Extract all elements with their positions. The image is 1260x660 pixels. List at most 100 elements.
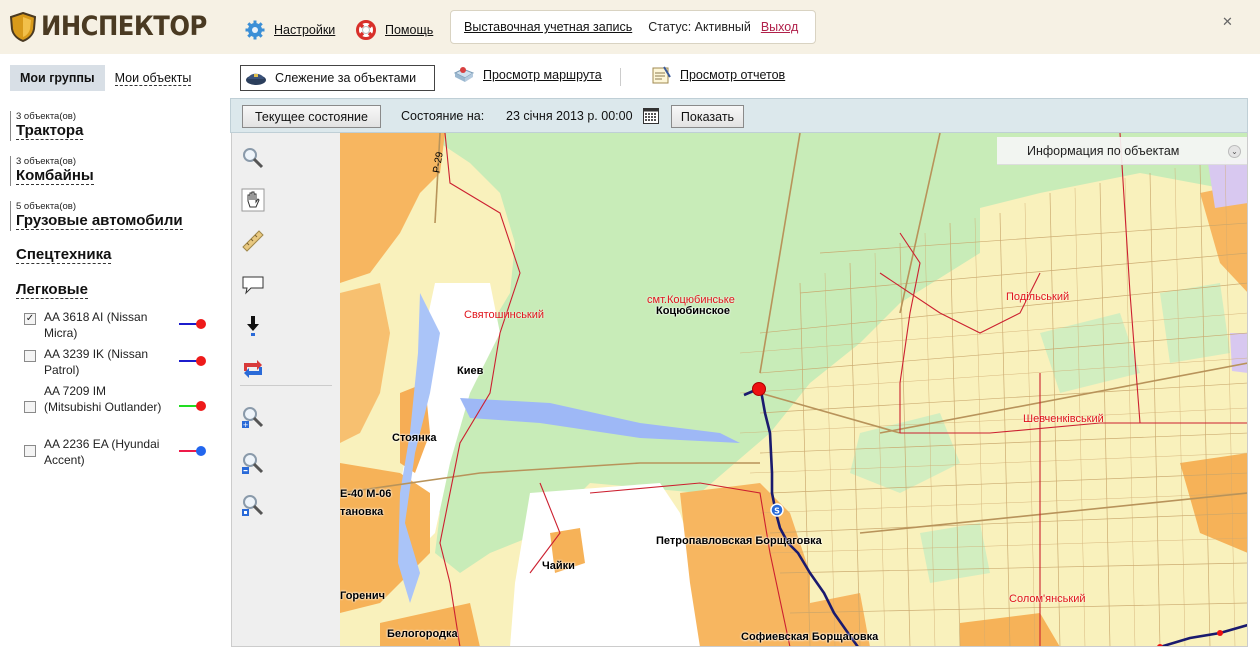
report-notepad-icon	[652, 66, 671, 84]
help-link[interactable]: Помощь	[356, 20, 433, 40]
map-label: Чайки	[542, 560, 575, 572]
nav-tracking[interactable]: Слежение за объектами	[240, 65, 436, 91]
date-time-value[interactable]: 23 січня 2013 р. 00:00	[506, 109, 633, 123]
group-special[interactable]: Спецтехника	[16, 246, 112, 264]
header: ИНСПЕКТОР Настройки Помощь Выставочная у…	[0, 0, 1260, 54]
state-toolbar: Текущее состояние Состояние на: 23 січня…	[230, 98, 1248, 133]
group-name[interactable]: Трактора	[16, 122, 84, 140]
group-divider	[10, 111, 11, 141]
calendar-icon[interactable]	[643, 108, 659, 124]
close-icon[interactable]: ✕	[1222, 14, 1233, 30]
nav-reports[interactable]: Просмотр отчетов	[650, 65, 785, 85]
state-at-label: Состояние на:	[401, 109, 485, 123]
logo-text: ИНСПЕКТОР	[41, 11, 207, 42]
group-divider	[10, 156, 11, 186]
map-toolbar: +	[231, 133, 340, 647]
current-state-button[interactable]: Текущее состояние	[242, 105, 381, 128]
sidebar: Мои группы Мои объекты 3 объекта(ов) Тра…	[0, 54, 230, 660]
refresh-swap-icon[interactable]	[241, 357, 265, 381]
map-label: Подільський	[1006, 291, 1070, 303]
svg-text:+: +	[243, 421, 249, 429]
settings-link[interactable]: Настройки	[245, 20, 335, 40]
object-checkbox[interactable]: ✓	[24, 313, 36, 325]
gear-icon	[245, 20, 265, 40]
group-name[interactable]: Грузовые автомобили	[16, 212, 183, 230]
map-label: Киев	[457, 365, 484, 377]
object-name: AA 7209 IM (Mitsubishi Outlander)	[44, 384, 162, 414]
sidebar-tabs: Мои группы Мои объекты	[10, 65, 192, 91]
group-divider	[10, 201, 11, 231]
lifebuoy-icon	[356, 20, 376, 40]
map-canvas: S	[340, 133, 1247, 646]
object-name: AA 3618 AI (Nissan Micra)	[44, 310, 148, 340]
route-map-icon	[453, 67, 475, 82]
map-label: Святошинський	[464, 309, 545, 321]
group-trucks[interactable]: 5 объекта(ов) Грузовые автомобили	[16, 201, 183, 230]
object-item[interactable]: AA 3239 IK (Nissan Patrol)	[24, 347, 214, 378]
nav-route[interactable]: Просмотр маршрута	[453, 65, 602, 85]
track-color-marker	[179, 446, 207, 456]
map-label: Софиевская Борщаговка	[741, 631, 879, 643]
tab-my-objects[interactable]: Мои объекты	[114, 71, 192, 86]
map-label: Горенич	[340, 590, 386, 602]
group-name[interactable]: Спецтехника	[16, 246, 112, 264]
comment-bubble-icon[interactable]	[241, 273, 265, 297]
ruler-icon[interactable]	[241, 229, 265, 253]
object-checkbox[interactable]	[24, 401, 36, 413]
map-label: Солом'янський	[1009, 593, 1086, 605]
group-tractors[interactable]: 3 объекта(ов) Трактора	[16, 111, 84, 140]
shield-logo-icon	[10, 11, 36, 42]
object-name: AA 3239 IK (Nissan Patrol)	[44, 347, 149, 377]
help-label[interactable]: Помощь	[385, 23, 433, 37]
zoom-fit-icon[interactable]	[241, 493, 265, 517]
map-view[interactable]: S Информация по объектам ⌄ смт.Коцюбинсь…	[340, 133, 1248, 647]
police-cap-icon	[246, 73, 266, 85]
group-name[interactable]: Комбайны	[16, 167, 94, 185]
map-label: Белогородка	[387, 628, 458, 640]
chevron-down-icon[interactable]: ⌄	[1228, 145, 1241, 158]
nav-route-label: Просмотр маршрута	[483, 68, 602, 82]
main-nav: Слежение за объектами Просмотр маршрута …	[230, 54, 1260, 98]
settings-label[interactable]: Настройки	[274, 23, 335, 37]
group-cars[interactable]: Легковые	[16, 281, 88, 299]
group-count: 5 объекта(ов)	[16, 201, 77, 212]
object-item[interactable]: AA 7209 IM (Mitsubishi Outlander)	[24, 384, 214, 415]
pan-hand-icon[interactable]	[241, 188, 265, 212]
info-panel-title: Информация по объектам	[1027, 143, 1180, 158]
zoom-select-tool-icon[interactable]	[241, 146, 265, 170]
object-item[interactable]: AA 2236 EA (Hyundai Accent)	[24, 437, 214, 468]
pin-down-icon[interactable]	[241, 314, 265, 338]
account-box: Выставочная учетная запись Статус: Актив…	[450, 10, 816, 44]
account-link[interactable]: Выставочная учетная запись	[464, 20, 632, 34]
object-item[interactable]: ✓ AA 3618 AI (Nissan Micra)	[24, 310, 214, 341]
nav-reports-label: Просмотр отчетов	[680, 68, 786, 82]
group-name[interactable]: Легковые	[16, 281, 88, 299]
nav-separator	[620, 68, 621, 86]
zoom-in-icon[interactable]: +	[241, 405, 265, 429]
status-text: Статус: Активный	[648, 20, 751, 34]
object-checkbox[interactable]	[24, 445, 36, 457]
logo[interactable]: ИНСПЕКТОР	[10, 11, 207, 42]
group-count: 3 объекта(ов)	[16, 111, 77, 122]
svg-text:S: S	[774, 507, 780, 516]
logout-link[interactable]: Выход	[761, 20, 798, 34]
map-label: Шевченківський	[1023, 413, 1104, 425]
map-label: Е-40 М-06	[340, 488, 392, 500]
tab-my-groups[interactable]: Мои группы	[10, 65, 105, 91]
group-combines[interactable]: 3 объекта(ов) Комбайны	[16, 156, 94, 185]
nav-tracking-label: Слежение за объектами	[275, 71, 417, 85]
map-label: Стоянка	[392, 432, 437, 444]
track-color-marker	[179, 356, 207, 366]
toolbar-separator	[240, 385, 332, 386]
map-label: Петропавловская Борщаговка	[656, 535, 822, 547]
objects-info-panel[interactable]: Информация по объектам ⌄	[997, 137, 1247, 165]
show-button[interactable]: Показать	[671, 105, 744, 128]
track-color-marker	[179, 319, 207, 329]
object-checkbox[interactable]	[24, 350, 36, 362]
map-label: Коцюбинское	[656, 305, 730, 317]
object-name: AA 2236 EA (Hyundai Accent)	[44, 437, 160, 467]
page-edge	[1248, 98, 1260, 660]
zoom-out-icon[interactable]	[241, 451, 265, 475]
map-label: тановка	[340, 506, 384, 518]
track-color-marker	[179, 401, 207, 411]
